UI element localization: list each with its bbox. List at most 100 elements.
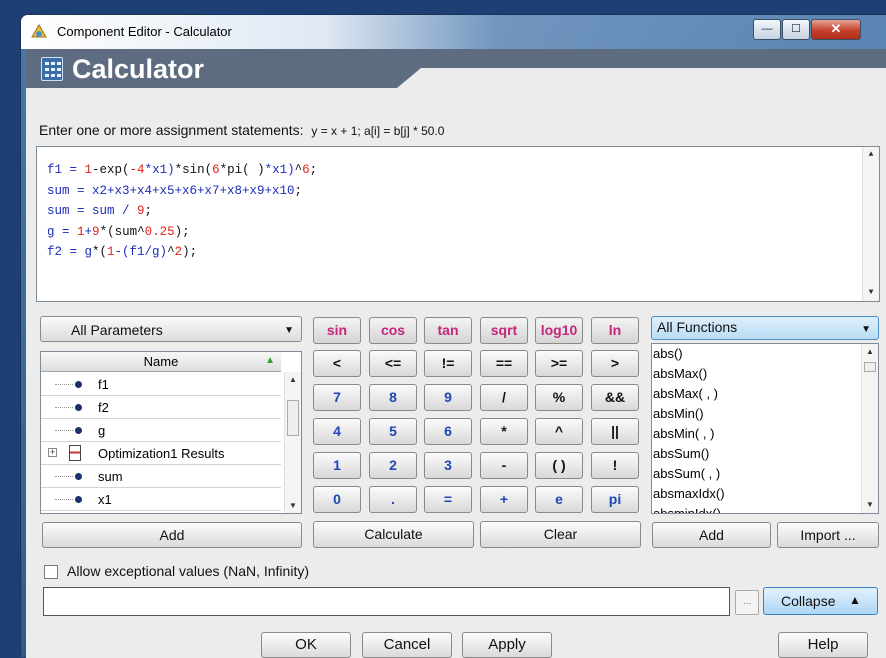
- parameter-scrollbar[interactable]: ▲ ▼: [284, 372, 301, 513]
- keypad-key[interactable]: 1: [313, 452, 361, 479]
- scroll-down-icon[interactable]: ▼: [862, 497, 878, 513]
- minimize-button[interactable]: —: [753, 19, 781, 40]
- keypad-key[interactable]: 5: [369, 418, 417, 445]
- function-item[interactable]: abs(): [653, 344, 683, 364]
- parameter-item[interactable]: f2: [41, 396, 281, 419]
- parameter-item[interactable]: f1: [41, 373, 281, 396]
- parameter-filter-select[interactable]: All Parameters ▼: [40, 316, 302, 342]
- editor-scrollbar[interactable]: ▲ ▼: [862, 147, 879, 301]
- clear-button[interactable]: Clear: [480, 521, 641, 548]
- allow-exceptional-checkbox[interactable]: [44, 565, 58, 579]
- ellipsis-button[interactable]: ...: [735, 590, 759, 615]
- scroll-up-icon[interactable]: ▲: [285, 372, 301, 388]
- cancel-button[interactable]: Cancel: [362, 632, 452, 658]
- keypad-key[interactable]: !=: [424, 350, 472, 377]
- function-item[interactable]: absMin( , ): [653, 424, 714, 444]
- function-item[interactable]: absSum( , ): [653, 464, 720, 484]
- header-banner: Calculator: [26, 49, 886, 88]
- parameter-item[interactable]: x1: [41, 488, 281, 511]
- keypad-key[interactable]: ==: [480, 350, 528, 377]
- function-item[interactable]: absMax( , ): [653, 384, 718, 404]
- keypad-key[interactable]: 4: [313, 418, 361, 445]
- import-button[interactable]: Import ...: [777, 522, 879, 548]
- help-button[interactable]: Help: [778, 632, 868, 658]
- keypad-key[interactable]: 3: [424, 452, 472, 479]
- function-key-ln[interactable]: ln: [591, 317, 639, 344]
- keypad-key[interactable]: ( ): [535, 452, 583, 479]
- expression-editor[interactable]: f1 = 1-exp(-4*x1)*sin(6*pi( )*x1)^6; sum …: [36, 146, 880, 302]
- status-field[interactable]: [43, 587, 730, 616]
- keypad-key[interactable]: 6: [424, 418, 472, 445]
- keypad-key[interactable]: pi: [591, 486, 639, 513]
- function-item[interactable]: absmaxIdx(): [653, 484, 725, 504]
- function-item[interactable]: absMax(): [653, 364, 707, 384]
- parameter-tree[interactable]: Name ▲ f1 f2 g + Optimization1 Results s…: [40, 351, 302, 514]
- app-icon: [31, 24, 47, 38]
- expression-token: 6: [302, 163, 310, 177]
- calculate-button[interactable]: Calculate: [313, 521, 474, 548]
- keypad-key[interactable]: +: [480, 486, 528, 513]
- function-key-tan[interactable]: tan: [424, 317, 472, 344]
- keypad-key[interactable]: .: [369, 486, 417, 513]
- add-parameter-button[interactable]: Add: [42, 522, 302, 548]
- function-filter-select[interactable]: All Functions ▼: [651, 316, 879, 340]
- keypad-key[interactable]: <: [313, 350, 361, 377]
- dialog-client-area: Calculator Enter one or more assignment …: [26, 49, 886, 658]
- keypad-key[interactable]: !: [591, 452, 639, 479]
- function-key-sqrt[interactable]: sqrt: [480, 317, 528, 344]
- name-column-header[interactable]: Name ▲: [41, 352, 281, 372]
- tree-line: [55, 384, 73, 385]
- keypad-key[interactable]: 8: [369, 384, 417, 411]
- expression-token: );: [174, 224, 190, 239]
- keypad-key[interactable]: &&: [591, 384, 639, 411]
- parameter-item[interactable]: g: [41, 419, 281, 442]
- ok-button[interactable]: OK: [261, 632, 351, 658]
- scroll-up-icon[interactable]: ▲: [862, 344, 878, 360]
- keypad-key[interactable]: ||: [591, 418, 639, 445]
- close-button[interactable]: ✕: [811, 19, 861, 40]
- expand-plus-icon[interactable]: +: [48, 448, 57, 457]
- keypad-key[interactable]: e: [535, 486, 583, 513]
- function-item[interactable]: absminIdx(): [653, 504, 721, 513]
- maximize-button[interactable]: ☐: [782, 19, 810, 40]
- expression-token: 9: [92, 224, 100, 239]
- keypad-key[interactable]: *: [480, 418, 528, 445]
- apply-button[interactable]: Apply: [462, 632, 552, 658]
- keypad-key[interactable]: -: [480, 452, 528, 479]
- scroll-thumb[interactable]: [864, 362, 876, 372]
- scroll-down-icon[interactable]: ▼: [863, 285, 879, 301]
- expression-token: 0.25: [144, 224, 175, 239]
- keypad-key[interactable]: 0: [313, 486, 361, 513]
- keypad-key[interactable]: >: [591, 350, 639, 377]
- parameter-dot-icon: [75, 427, 82, 434]
- parameter-label: sum: [98, 469, 123, 484]
- expression-token: *x1): [264, 163, 295, 177]
- title-bar[interactable]: Component Editor - Calculator — ☐ ✕: [21, 15, 886, 49]
- scroll-up-icon[interactable]: ▲: [863, 147, 879, 163]
- keypad-key[interactable]: =: [424, 486, 472, 513]
- keypad-key[interactable]: <=: [369, 350, 417, 377]
- allow-exceptional-label: Allow exceptional values (NaN, Infinity): [67, 563, 309, 579]
- add-function-button[interactable]: Add: [652, 522, 771, 548]
- parameter-item[interactable]: sum: [41, 465, 281, 488]
- parameter-group[interactable]: + Optimization1 Results: [41, 442, 281, 465]
- function-key-log10[interactable]: log10: [535, 317, 583, 344]
- keypad-key[interactable]: 2: [369, 452, 417, 479]
- keypad-key[interactable]: 7: [313, 384, 361, 411]
- expression-line: sum = sum / 9;: [47, 201, 879, 222]
- scroll-thumb[interactable]: [287, 400, 299, 436]
- function-list[interactable]: ▲ ▼ abs() absMax() absMax( , ) absMin() absM…: [651, 343, 879, 514]
- function-item[interactable]: absMin(): [653, 404, 704, 424]
- keypad-key[interactable]: >=: [535, 350, 583, 377]
- keypad-key[interactable]: /: [480, 384, 528, 411]
- keypad-key[interactable]: ^: [535, 418, 583, 445]
- parameter-item[interactable]: x10: [41, 511, 281, 513]
- scroll-down-icon[interactable]: ▼: [285, 498, 301, 513]
- keypad-key[interactable]: %: [535, 384, 583, 411]
- keypad-key[interactable]: 9: [424, 384, 472, 411]
- function-item[interactable]: absSum(): [653, 444, 709, 464]
- function-key-cos[interactable]: cos: [369, 317, 417, 344]
- function-scrollbar[interactable]: ▲ ▼: [861, 344, 878, 513]
- collapse-button[interactable]: Collapse ▲: [763, 587, 878, 615]
- function-key-sin[interactable]: sin: [313, 317, 361, 344]
